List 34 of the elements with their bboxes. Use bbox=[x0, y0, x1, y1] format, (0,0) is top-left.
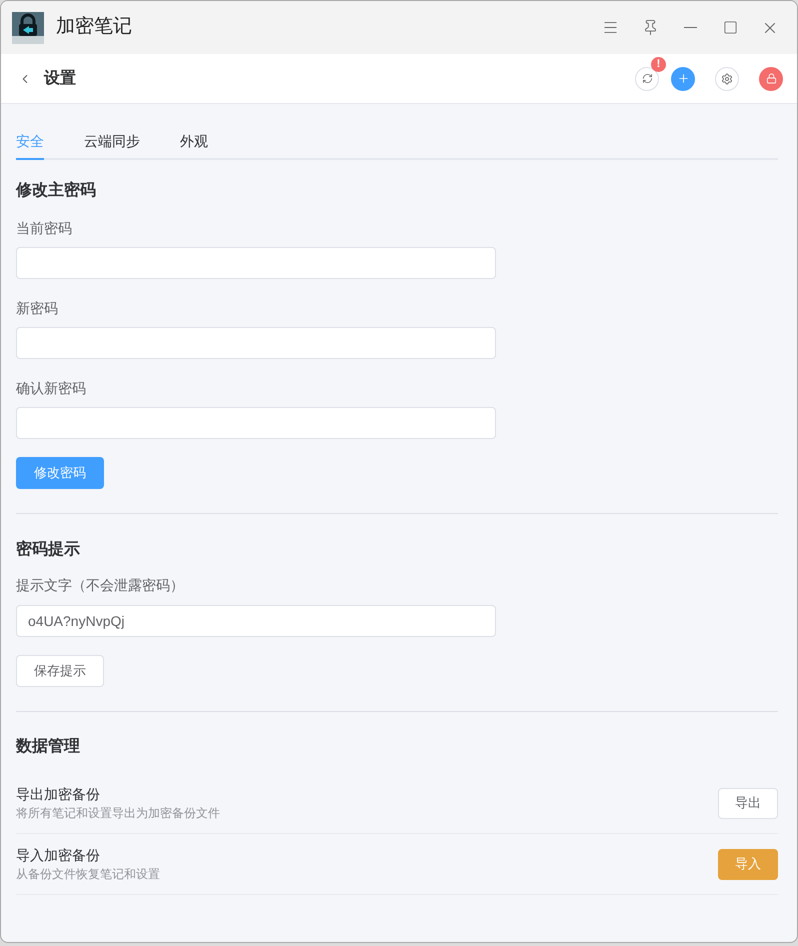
sync-button[interactable] bbox=[635, 66, 659, 90]
section-title: 修改主密码 bbox=[16, 180, 96, 201]
page-title: 设置 bbox=[44, 68, 76, 88]
tab[interactable]: 外观 bbox=[180, 124, 208, 160]
password-field[interactable] bbox=[16, 247, 496, 279]
field-label: 提示文字（不会泄露密码） bbox=[16, 576, 184, 595]
hint-field[interactable]: o4UA?nyNvpQj bbox=[16, 605, 496, 637]
row-description: 从备份文件恢复笔记和设置 bbox=[16, 866, 160, 883]
padlock-logo-icon bbox=[12, 12, 44, 44]
row-title: 导出加密备份 bbox=[16, 785, 101, 804]
password-field[interactable] bbox=[16, 407, 496, 439]
minimize-icon bbox=[684, 26, 696, 28]
alert-badge: ! bbox=[651, 56, 666, 72]
field-label: 当前密码 bbox=[16, 219, 72, 238]
settings-icon bbox=[721, 72, 733, 84]
row-title: 导入加密备份 bbox=[16, 846, 101, 865]
add-button[interactable] bbox=[671, 66, 695, 90]
menu-icon bbox=[602, 19, 618, 36]
section-title: 密码提示 bbox=[16, 539, 80, 560]
lock-button[interactable] bbox=[759, 66, 783, 90]
field-label: 确认新密码 bbox=[16, 379, 86, 398]
settings-button[interactable] bbox=[715, 66, 739, 90]
plus-icon bbox=[676, 72, 690, 85]
row-description: 将所有笔记和设置导出为加密备份文件 bbox=[16, 805, 220, 822]
save-hint-button[interactable]: 保存提示 bbox=[16, 655, 104, 687]
lock-icon bbox=[766, 73, 776, 84]
section-title: 数据管理 bbox=[16, 736, 80, 757]
sync-icon bbox=[642, 73, 652, 84]
password-field[interactable] bbox=[16, 327, 496, 359]
tab[interactable]: 云端同步 bbox=[84, 124, 140, 160]
export-button[interactable]: 导出 bbox=[718, 788, 778, 818]
field-label: 新密码 bbox=[16, 299, 58, 318]
maximize-icon bbox=[722, 20, 738, 35]
window-title: 加密笔记 bbox=[56, 15, 132, 40]
